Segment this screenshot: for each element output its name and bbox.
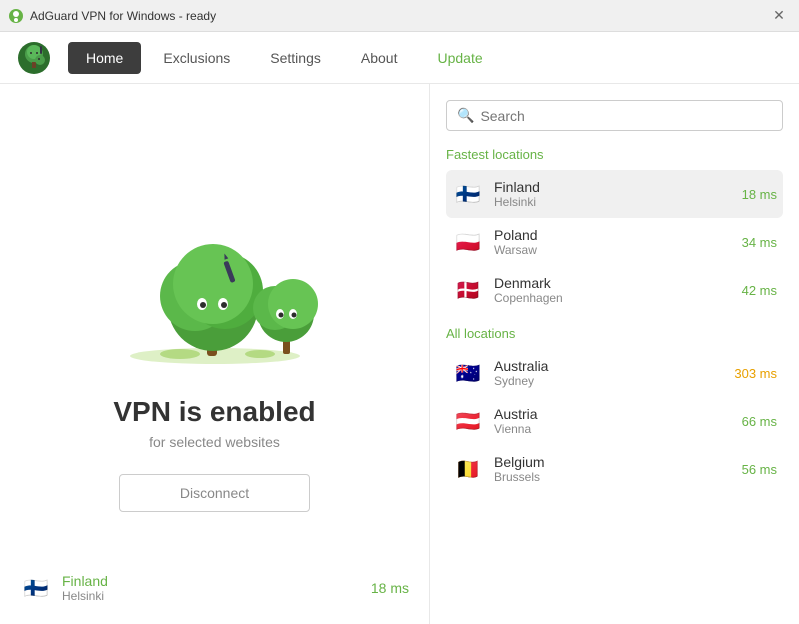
location-ms-finland: 18 ms — [742, 187, 777, 202]
location-ms-poland: 34 ms — [742, 235, 777, 250]
location-details-finland: Finland Helsinki — [494, 179, 540, 209]
current-location[interactable]: 🇫🇮 Finland Helsinki 18 ms — [20, 572, 409, 604]
location-item-austria[interactable]: 🇦🇹 Austria Vienna 66 ms — [446, 397, 783, 445]
left-panel: VPN is enabled for selected websites Dis… — [0, 84, 430, 624]
current-flag: 🇫🇮 — [20, 572, 52, 604]
location-city-australia: Sydney — [494, 374, 548, 388]
location-details-belgium: Belgium Brussels — [494, 454, 545, 484]
location-ms-denmark: 42 ms — [742, 283, 777, 298]
nav-settings[interactable]: Settings — [252, 42, 339, 74]
flag-austria: 🇦🇹 — [452, 405, 484, 437]
location-item-finland[interactable]: 🇫🇮 Finland Helsinki 18 ms — [446, 170, 783, 218]
location-details-austria: Austria Vienna — [494, 406, 538, 436]
location-details-poland: Poland Warsaw — [494, 227, 538, 257]
location-name-poland: Poland — [494, 227, 538, 243]
flag-poland: 🇵🇱 — [452, 226, 484, 258]
nav-home[interactable]: Home — [68, 42, 141, 74]
location-details-denmark: Denmark Copenhagen — [494, 275, 563, 305]
mascot-illustration — [105, 196, 325, 376]
search-input[interactable] — [480, 108, 772, 124]
location-item-poland[interactable]: 🇵🇱 Poland Warsaw 34 ms — [446, 218, 783, 266]
current-location-city: Helsinki — [62, 589, 108, 603]
fastest-section-label: Fastest locations — [446, 147, 783, 162]
navbar: Home Exclusions Settings About Update — [0, 32, 799, 84]
vpn-status-subtitle: for selected websites — [149, 434, 280, 450]
location-item-denmark[interactable]: 🇩🇰 Denmark Copenhagen 42 ms — [446, 266, 783, 314]
nav-logo — [16, 40, 52, 76]
location-ms-australia: 303 ms — [734, 366, 777, 381]
nav-update[interactable]: Update — [419, 42, 500, 74]
current-location-ms: 18 ms — [371, 580, 409, 596]
location-city-denmark: Copenhagen — [494, 291, 563, 305]
location-name-australia: Australia — [494, 358, 548, 374]
location-item-belgium[interactable]: 🇧🇪 Belgium Brussels 56 ms — [446, 445, 783, 493]
flag-australia: 🇦🇺 — [452, 357, 484, 389]
flag-belgium: 🇧🇪 — [452, 453, 484, 485]
close-button[interactable]: ✕ — [767, 4, 791, 28]
main-content: VPN is enabled for selected websites Dis… — [0, 84, 799, 624]
nav-exclusions[interactable]: Exclusions — [145, 42, 248, 74]
location-city-poland: Warsaw — [494, 243, 538, 257]
current-location-name: Finland — [62, 573, 108, 589]
flag-finland: 🇫🇮 — [452, 178, 484, 210]
flag-denmark: 🇩🇰 — [452, 274, 484, 306]
location-city-belgium: Brussels — [494, 470, 545, 484]
location-city-finland: Helsinki — [494, 195, 540, 209]
nav-about[interactable]: About — [343, 42, 416, 74]
disconnect-button[interactable]: Disconnect — [119, 474, 310, 512]
all-section-label: All locations — [446, 326, 783, 341]
location-city-austria: Vienna — [494, 422, 538, 436]
location-name-finland: Finland — [494, 179, 540, 195]
location-name-austria: Austria — [494, 406, 538, 422]
location-name-denmark: Denmark — [494, 275, 563, 291]
search-box: 🔍 — [446, 100, 783, 131]
right-panel: 🔍 Fastest locations 🇫🇮 Finland Helsinki … — [430, 84, 799, 624]
app-icon — [8, 8, 24, 24]
location-ms-belgium: 56 ms — [742, 462, 777, 477]
location-name-belgium: Belgium — [494, 454, 545, 470]
location-item-australia[interactable]: 🇦🇺 Australia Sydney 303 ms — [446, 349, 783, 397]
titlebar-title: AdGuard VPN for Windows - ready — [30, 9, 216, 23]
titlebar: AdGuard VPN for Windows - ready ✕ — [0, 0, 799, 32]
location-details-australia: Australia Sydney — [494, 358, 548, 388]
titlebar-left: AdGuard VPN for Windows - ready — [8, 8, 216, 24]
current-location-info: Finland Helsinki — [62, 573, 108, 603]
search-icon: 🔍 — [457, 107, 474, 124]
vpn-status-title: VPN is enabled — [113, 396, 315, 428]
location-ms-austria: 66 ms — [742, 414, 777, 429]
